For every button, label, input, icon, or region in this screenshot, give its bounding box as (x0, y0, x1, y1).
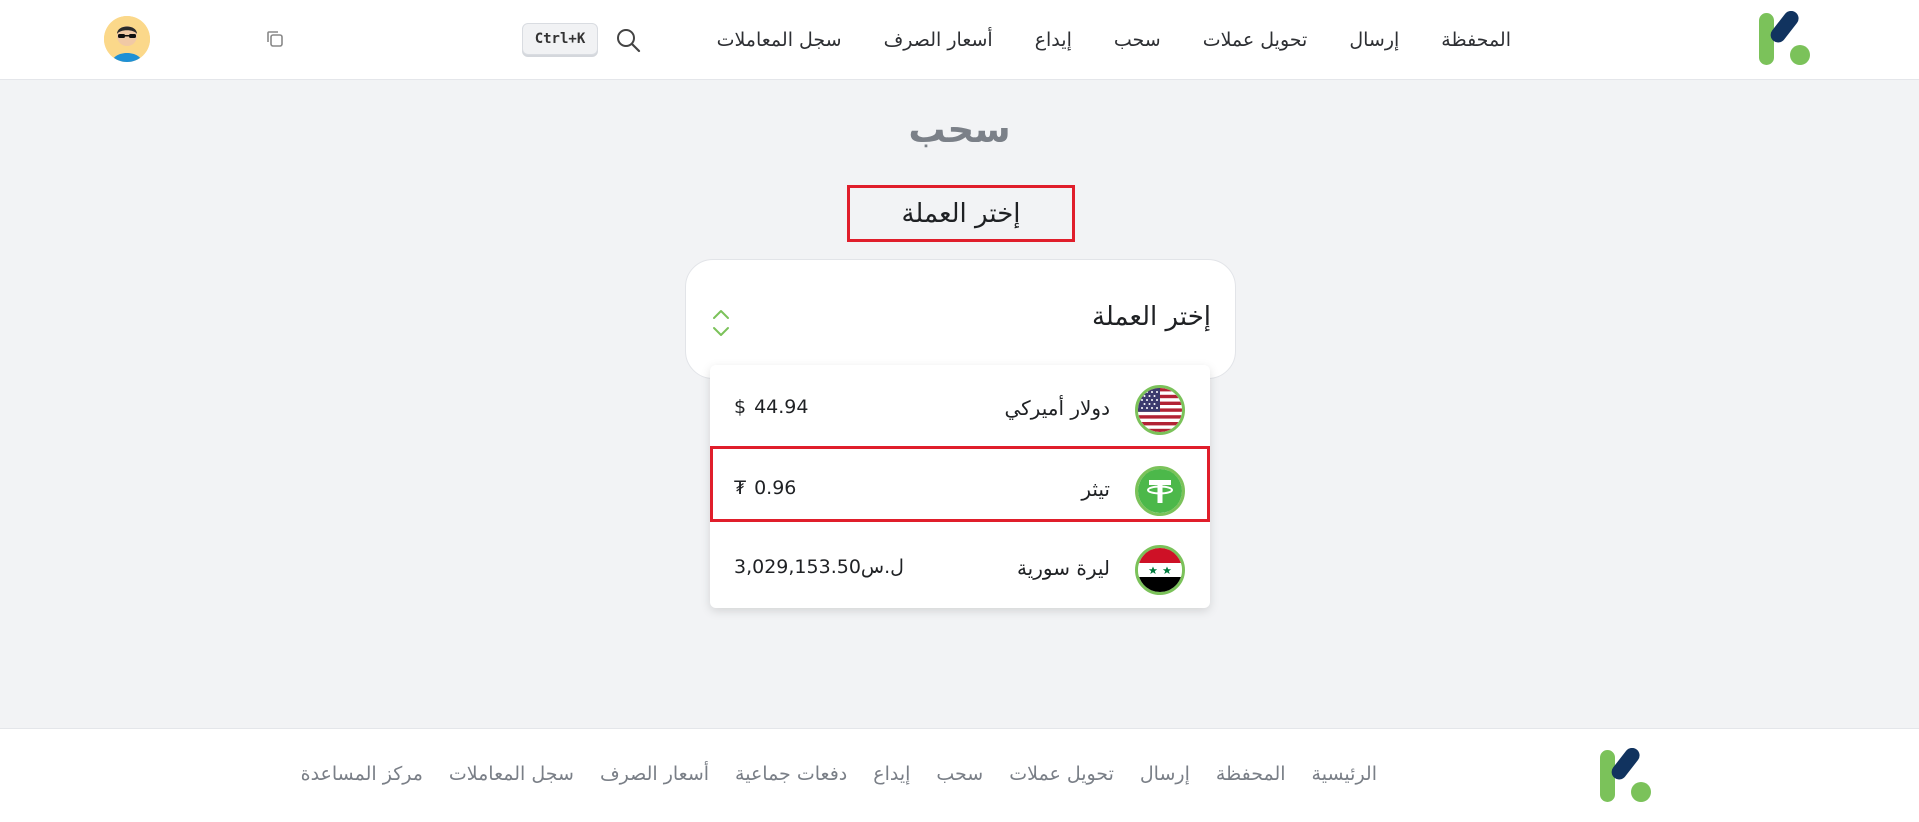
search-button[interactable] (612, 24, 644, 56)
footer-link-transactions[interactable]: سجل المعاملات (449, 763, 574, 785)
currency-amount: 3,029,153.50 (734, 556, 861, 578)
chevron-up-down-icon (713, 310, 729, 336)
currency-name: دولار أميركي (1004, 396, 1110, 420)
site-footer: الرئيسية المحفظة إرسال تحويل عملات سحب إ… (0, 728, 1919, 822)
search-icon (617, 29, 641, 53)
currency-amount: 0.96 (754, 477, 797, 499)
currency-balance: $44.94 (734, 396, 809, 418)
user-avatar[interactable] (104, 16, 150, 62)
currency-symbol: $ (734, 396, 747, 418)
nav-withdraw[interactable]: سحب (1114, 29, 1161, 51)
us-flag-icon (1135, 385, 1185, 435)
footer-link-exchange-rates[interactable]: أسعار الصرف (600, 763, 709, 785)
tether-icon (1135, 466, 1185, 516)
footer-link-deposit[interactable]: إيداع (873, 763, 910, 785)
currency-option-usdt[interactable]: تيثر ₮ 0.96 (710, 446, 1210, 522)
footer-nav: الرئيسية المحفظة إرسال تحويل عملات سحب إ… (301, 763, 1377, 785)
currency-symbol: ₮ (734, 477, 747, 499)
main-nav: المحفظة إرسال تحويل عملات سحب إيداع أسعا… (717, 24, 1511, 56)
footer-link-wallet[interactable]: المحفظة (1216, 763, 1286, 785)
currency-name: ليرة سورية (1016, 556, 1110, 580)
copy-icon[interactable] (264, 28, 286, 50)
currency-option-usd[interactable]: دولار أميركي $44.94 (710, 365, 1210, 441)
nav-wallet[interactable]: المحفظة (1441, 29, 1511, 51)
footer-logo[interactable] (1598, 748, 1654, 804)
currency-balance: ل.س3,029,153.50 (734, 556, 912, 578)
currency-select-value: إختر العملة (1091, 302, 1211, 332)
footer-link-convert[interactable]: تحويل عملات (1009, 763, 1114, 785)
nav-deposit[interactable]: إيداع (1035, 29, 1072, 51)
choose-currency-label: إختر العملة (847, 185, 1075, 242)
nav-convert[interactable]: تحويل عملات (1203, 29, 1308, 51)
brand-logo[interactable] (1757, 11, 1813, 67)
footer-link-send[interactable]: إرسال (1140, 763, 1190, 785)
search-shortcut-badge: Ctrl+K (522, 23, 598, 55)
syria-flag-icon (1135, 545, 1185, 595)
nav-send[interactable]: إرسال (1349, 29, 1399, 51)
withdraw-page: المحفظة إرسال تحويل عملات سحب إيداع أسعا… (0, 0, 1919, 822)
avatar-icon (104, 16, 150, 62)
currency-symbol: ل.س (860, 556, 904, 578)
currency-name: تيثر (1081, 477, 1110, 501)
footer-link-help-center[interactable]: مركز المساعدة (301, 763, 423, 785)
footer-link-withdraw[interactable]: سحب (936, 763, 983, 785)
currency-amount: 44.94 (754, 396, 809, 418)
nav-exchange-rates[interactable]: أسعار الصرف (884, 29, 993, 51)
nav-transactions[interactable]: سجل المعاملات (717, 29, 842, 51)
currency-select[interactable]: إختر العملة (685, 259, 1236, 379)
currency-option-syp[interactable]: ليرة سورية ل.س3,029,153.50 (710, 525, 1210, 601)
top-header: المحفظة إرسال تحويل عملات سحب إيداع أسعا… (0, 0, 1919, 80)
currency-options-list: دولار أميركي $44.94 تيثر ₮ 0.96 ليرة سور… (710, 365, 1210, 608)
page-title: سحب (908, 108, 1011, 151)
footer-link-bulk-payments[interactable]: دفعات جماعية (735, 763, 847, 785)
currency-balance: ₮ 0.96 (734, 477, 796, 499)
footer-link-home[interactable]: الرئيسية (1312, 763, 1377, 785)
